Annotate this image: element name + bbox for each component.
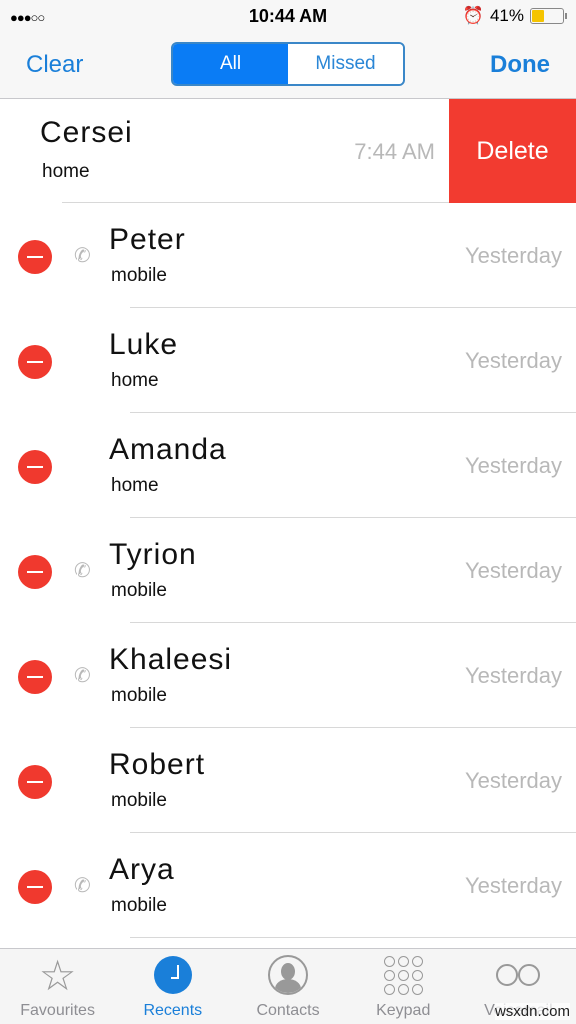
delete-toggle-icon[interactable]: [18, 870, 52, 904]
tab-favourites[interactable]: ☆ Favourites: [0, 949, 115, 1024]
call-row-swiped[interactable]: Cersei home 7:44 AM Delete: [0, 99, 576, 203]
segment-missed[interactable]: Missed: [288, 44, 403, 84]
outgoing-call-icon: ✆: [74, 665, 91, 687]
contact-name: Cersei: [40, 116, 133, 149]
call-row[interactable]: ✆ Tyrion mobile Yesterday: [0, 518, 576, 623]
watermark: wsxdn.com: [494, 1003, 570, 1020]
clear-button[interactable]: Clear: [26, 51, 83, 79]
outgoing-call-icon: ✆: [74, 875, 91, 897]
outgoing-call-icon: ✆: [74, 560, 91, 582]
alarm-icon: ⏰: [462, 6, 484, 25]
delete-toggle-icon[interactable]: [18, 555, 52, 589]
contact-name: Peter: [109, 223, 186, 256]
call-date: Yesterday: [464, 348, 562, 373]
done-button[interactable]: Done: [490, 51, 550, 79]
delete-toggle-icon[interactable]: [18, 765, 52, 799]
call-type: mobile: [111, 685, 167, 706]
call-type: mobile: [111, 265, 167, 286]
contact-name: Robert: [109, 748, 206, 781]
delete-toggle-icon[interactable]: [18, 345, 52, 379]
call-type: home: [111, 475, 159, 496]
tab-recents[interactable]: Recents: [115, 949, 230, 1024]
call-type: mobile: [111, 580, 167, 601]
call-type: mobile: [111, 790, 167, 811]
call-row[interactable]: ✆ Khaleesi mobile Yesterday: [0, 623, 576, 728]
voicemail-icon: [496, 964, 541, 986]
delete-toggle-icon[interactable]: [18, 660, 52, 694]
tab-label: Recents: [143, 1002, 203, 1019]
call-date: Yesterday: [464, 453, 562, 478]
call-time: 7:44 AM: [354, 139, 435, 164]
battery-icon: [530, 8, 567, 24]
contact-name: Amanda: [109, 433, 227, 466]
call-date: Yesterday: [464, 663, 562, 688]
tab-contacts[interactable]: Contacts: [230, 949, 345, 1024]
contact-name: Khaleesi: [109, 643, 233, 676]
delete-toggle-icon[interactable]: [18, 240, 52, 274]
call-row[interactable]: ✆ Arya mobile Yesterday: [0, 833, 576, 938]
contact-name: Arya: [109, 853, 175, 886]
contact-name: Tyrion: [109, 538, 197, 571]
call-date: Yesterday: [464, 558, 562, 583]
segment-all[interactable]: All: [173, 44, 288, 84]
status-bar: ●●●○○ 10:44 AM ⏰ 41%: [0, 0, 576, 34]
call-date: Yesterday: [464, 243, 562, 268]
call-date: Yesterday: [464, 873, 562, 898]
call-type: mobile: [111, 895, 167, 916]
call-type: home: [42, 161, 90, 182]
nav-bar: Clear All Missed Done: [0, 34, 576, 99]
delete-toggle-icon[interactable]: [18, 450, 52, 484]
call-row[interactable]: Luke home Yesterday: [0, 308, 576, 413]
outgoing-call-icon: ✆: [74, 245, 91, 267]
keypad-icon: [383, 955, 423, 995]
call-row[interactable]: ✆ Peter mobile Yesterday: [0, 203, 576, 308]
contact-name: Luke: [109, 328, 179, 361]
tab-keypad[interactable]: Keypad: [346, 949, 461, 1024]
battery-percent: 41%: [489, 6, 524, 25]
filter-segmented-control: All Missed: [171, 42, 405, 86]
tab-label: Keypad: [376, 1002, 431, 1019]
contact-icon: [268, 955, 308, 995]
divider: [130, 937, 576, 938]
call-type: home: [111, 370, 159, 391]
tab-label: Favourites: [20, 1002, 95, 1019]
clock-icon: [153, 956, 192, 994]
delete-button[interactable]: Delete: [449, 99, 576, 203]
call-row[interactable]: Robert mobile Yesterday: [0, 728, 576, 833]
star-icon: ☆: [38, 951, 77, 999]
call-row[interactable]: Amanda home Yesterday: [0, 413, 576, 518]
call-date: Yesterday: [464, 768, 562, 793]
tab-bar: ☆Favourites Recents Contacts Keypad Voic…: [0, 948, 576, 1024]
tab-label: Contacts: [256, 1002, 320, 1019]
